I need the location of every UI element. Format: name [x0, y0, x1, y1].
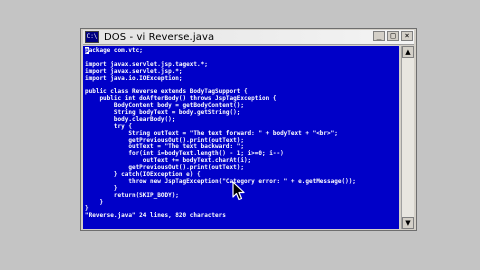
vi-editor-console[interactable]: package com.vtc; import javax.servlet.jsp…	[83, 46, 399, 229]
title-bar[interactable]: C:\ DOS - vi Reverse.java _ □ ×	[83, 30, 414, 45]
window-title: DOS - vi Reverse.java	[104, 31, 215, 43]
scroll-up-icon[interactable]: ▲	[402, 46, 414, 58]
code-line: package com.vtc;	[85, 47, 399, 55]
status-line: "Reverse.java" 24 lines, 820 characters	[85, 212, 226, 220]
minimize-button[interactable]: _	[373, 31, 385, 41]
code-line: body.clearBody();	[85, 115, 176, 123]
command-prompt-icon: C:\	[85, 31, 99, 43]
close-button[interactable]: ×	[401, 31, 413, 41]
window-controls: _ □ ×	[373, 31, 413, 41]
dos-window: C:\ DOS - vi Reverse.java _ □ × package …	[80, 28, 417, 231]
code-line-rest: ackage com.vtc;	[88, 47, 143, 54]
scroll-down-icon[interactable]: ▼	[402, 217, 414, 229]
vertical-scrollbar[interactable]: ▲ ▼	[401, 46, 414, 229]
maximize-button[interactable]: □	[387, 31, 399, 41]
mouse-pointer-icon	[232, 181, 245, 201]
code-line: import java.io.IOException;	[85, 74, 183, 82]
